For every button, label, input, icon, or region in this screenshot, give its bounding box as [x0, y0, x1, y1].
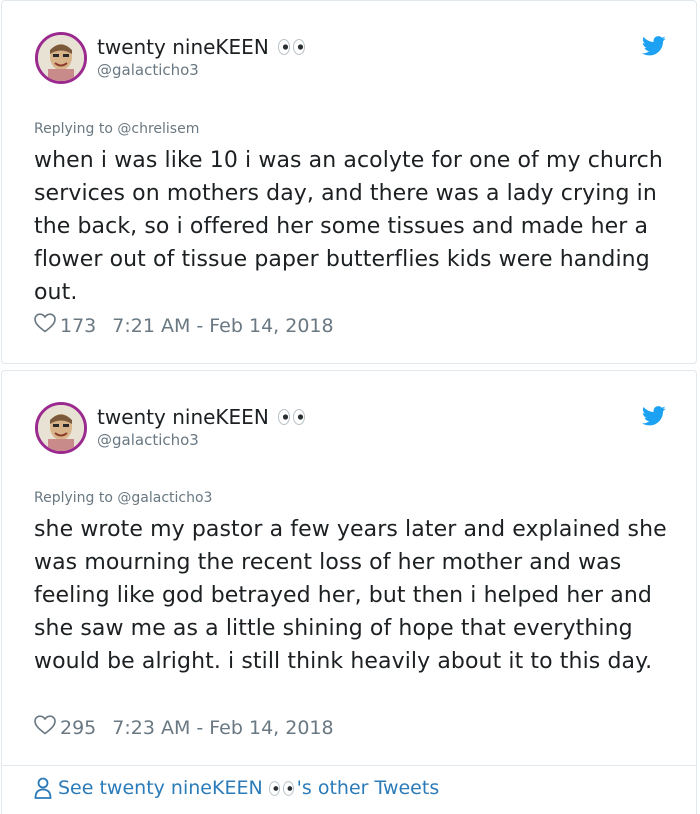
eyes-emoji-icon	[277, 409, 305, 425]
tweet-text: when i was like 10 i was an acolyte for …	[34, 148, 663, 305]
timestamp[interactable]: 7:21 AM - Feb 14, 2018	[112, 315, 333, 337]
twitter-bird-icon[interactable]	[641, 406, 666, 430]
reply-target-link[interactable]: @galacticho3	[117, 490, 212, 506]
user-handle[interactable]: @galacticho3	[97, 61, 199, 79]
timestamp[interactable]: 7:23 AM - Feb 14, 2018	[112, 717, 333, 739]
footer-prefix[interactable]: See twenty nineKEEN	[58, 777, 263, 799]
footer-suffix[interactable]: 's other Tweets	[297, 777, 440, 799]
divider	[2, 765, 696, 766]
person-icon	[34, 777, 52, 799]
tweet-card[interactable]: twenty nineKEEN @galacticho3 Replying to…	[1, 0, 697, 364]
twitter-bird-icon[interactable]	[641, 36, 666, 60]
like-count[interactable]: 173	[60, 315, 96, 337]
display-name[interactable]: twenty nineKEEN	[97, 35, 305, 59]
reply-target-link[interactable]: @chrelisem	[117, 121, 199, 137]
heart-icon[interactable]	[34, 715, 56, 740]
eyes-emoji-icon	[268, 780, 294, 796]
display-name[interactable]: twenty nineKEEN	[97, 405, 305, 429]
eyes-emoji-icon	[277, 39, 305, 55]
heart-icon[interactable]	[34, 313, 56, 338]
tweet-text: she wrote my pastor a few years later an…	[34, 517, 667, 674]
avatar[interactable]	[35, 402, 87, 454]
tweet-card[interactable]: twenty nineKEEN @galacticho3 Replying to…	[1, 370, 697, 814]
replying-to: Replying to @galacticho3	[34, 490, 213, 506]
avatar[interactable]	[35, 32, 87, 84]
see-other-tweets-link[interactable]: See twenty nineKEEN 's other Tweets	[34, 777, 439, 799]
like-count[interactable]: 295	[60, 717, 96, 739]
user-handle[interactable]: @galacticho3	[97, 431, 199, 449]
tweet-meta: 173 7:21 AM - Feb 14, 2018	[34, 313, 334, 338]
tweet-meta: 295 7:23 AM - Feb 14, 2018	[34, 715, 334, 740]
replying-to: Replying to @chrelisem	[34, 121, 200, 137]
